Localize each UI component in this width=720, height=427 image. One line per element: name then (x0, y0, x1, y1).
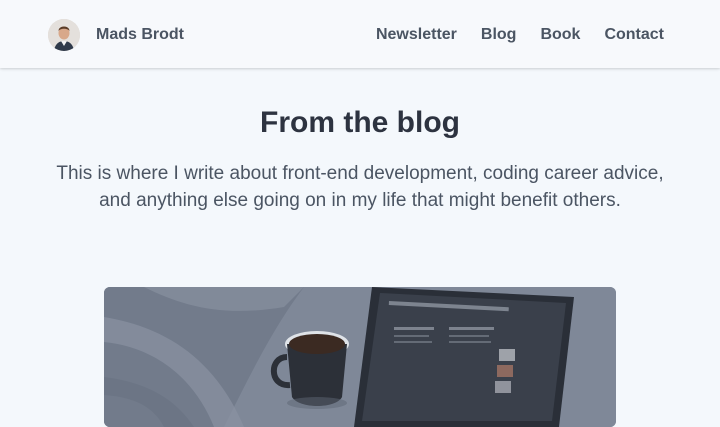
page-intro: This is where I write about front-end de… (56, 163, 664, 211)
main-nav: Newsletter Blog Book Contact (376, 24, 664, 46)
nav-blog[interactable]: Blog (481, 24, 517, 46)
brand-name: Mads Brodt (96, 26, 184, 43)
nav-newsletter[interactable]: Newsletter (376, 24, 457, 46)
nav-book[interactable]: Book (540, 24, 580, 46)
page-title: From the blog (260, 106, 460, 139)
brand-link[interactable]: Mads Brodt (48, 19, 184, 51)
avatar (48, 19, 80, 51)
nav-contact[interactable]: Contact (604, 24, 664, 46)
site-header: Mads Brodt Newsletter Blog Book Contact (0, 0, 720, 68)
blog-post-image[interactable] (104, 287, 616, 427)
